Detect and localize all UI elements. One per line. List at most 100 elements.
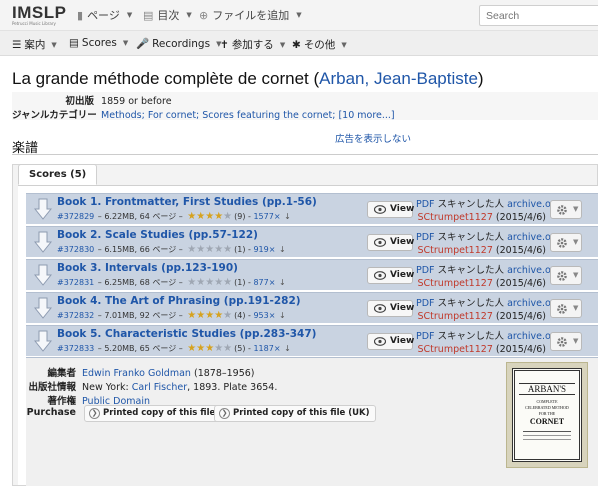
editor-years: (1878–1956) — [193, 368, 255, 379]
first-publication-row: 初出版 1859 or before — [12, 93, 171, 107]
download-arrow-icon[interactable] — [34, 231, 52, 253]
file-pages: 65 ページ — [139, 344, 177, 353]
rating-votes: (4) — [234, 311, 246, 320]
source-line: PDF スキャンした人 archive.org — [416, 262, 561, 276]
file-separator: – — [176, 278, 186, 287]
nav-toc[interactable]: ▤ 目次 ▼ — [143, 7, 192, 23]
chevron-down-icon: ▼ — [573, 238, 579, 246]
subnav-guide[interactable]: ☰ 案内 ▼ — [12, 37, 57, 52]
pdf-label: PDF — [416, 298, 435, 309]
composer-link[interactable]: Arban, Jean-Baptiste — [319, 69, 478, 88]
file-id-link[interactable]: #372833 — [57, 344, 94, 353]
file-title-link[interactable]: Book 5. Characteristic Studies (pp.283-3… — [57, 328, 316, 340]
publisher-link[interactable]: Carl Fischer — [132, 382, 187, 393]
uploader-link[interactable]: SCtrumpet1127 — [418, 245, 493, 256]
star-icon: ★ — [214, 276, 224, 288]
file-options-button[interactable]: ▼ — [550, 200, 582, 219]
subnav-join[interactable]: ✝ 参加する ▼ — [220, 37, 285, 52]
rating-stars[interactable]: ★ ★ ★ ★ ★ — [187, 211, 232, 222]
book-icon: ▤ — [69, 37, 79, 49]
publisher-key: 出版社情報 — [28, 382, 76, 393]
file-id-link[interactable]: #372831 — [57, 278, 94, 287]
imslp-logo[interactable]: IMSLP Petrucci Music Library — [12, 4, 66, 27]
gear-icon — [557, 271, 567, 281]
file-options-button[interactable]: ▼ — [550, 233, 582, 252]
uploader-link[interactable]: SCtrumpet1127 — [418, 311, 493, 322]
genre-links[interactable]: Methods; For cornet; Scores featuring th… — [101, 110, 335, 121]
view-button[interactable]: View — [367, 234, 414, 251]
uploader-link[interactable]: SCtrumpet1127 — [418, 278, 493, 289]
hide-ads-link[interactable]: 広告を表示しない — [335, 131, 411, 145]
download-arrow-icon[interactable] — [34, 264, 52, 286]
upload-date: (2015/4/6) — [495, 278, 546, 289]
rating-stars[interactable]: ★ ★ ★ ★ ★ — [187, 342, 233, 354]
tab-scores[interactable]: Scores (5) — [18, 164, 98, 185]
file-source: PDF スキャンした人 archive.org SCtrumpet1127 (20… — [416, 295, 561, 322]
file-id-link[interactable]: #372832 — [57, 311, 94, 320]
subnav-other[interactable]: ✱ その他 ▼ — [292, 37, 347, 52]
view-button[interactable]: View — [367, 333, 415, 350]
star-icon: ★ — [223, 342, 233, 354]
editor-link[interactable]: Edwin Franko Goldman — [82, 368, 191, 379]
view-button[interactable]: View — [367, 300, 414, 317]
secondary-nav-bar: ☰ 案内 ▼ ▤ Scores ▼ 🎤 Recordings ▼ ✝ 参加する … — [0, 31, 598, 56]
source-line: PDF スキャンした人 archive.org — [416, 328, 561, 342]
subnav-guide-label: 案内 — [24, 39, 46, 51]
file-title-link[interactable]: Book 4. The Art of Phrasing (pp.191-282) — [57, 295, 301, 307]
file-separator: – — [176, 245, 186, 254]
file-source: PDF スキャンした人 archive.org SCtrumpet1127 (20… — [416, 229, 561, 256]
file-title-link[interactable]: Book 2. Scale Studies (pp.57-122) — [57, 229, 258, 241]
download-arrow-icon[interactable] — [34, 198, 52, 220]
download-count[interactable]: 919× — [253, 245, 275, 254]
hamburger-icon: ☰ — [12, 38, 22, 51]
file-size: 6.15MB — [104, 245, 135, 254]
thumbnail-line2: COMPLETE — [536, 399, 558, 404]
file-source: PDF スキャンした人 archive.org SCtrumpet1127 (20… — [416, 328, 561, 355]
score-thumbnail[interactable]: ARBAN'S COMPLETE CELEBRATED METHOD FOR T… — [506, 362, 588, 468]
rating-stars[interactable]: ★ ★ ★ ★ ★ — [187, 276, 232, 288]
file-row: Book 2. Scale Studies (pp.57-122) #372830… — [26, 226, 598, 257]
file-meta: #372833 – 5.20MB, 65 ページ – ★ ★ ★ ★ ★ (5) - 11… — [57, 343, 291, 354]
download-arrow-icon[interactable] — [34, 297, 52, 319]
nav-add-file[interactable]: ⊕ ファイルを追加 ▼ — [199, 7, 302, 23]
subnav-scores[interactable]: ▤ Scores ▼ — [69, 37, 128, 49]
nav-page[interactable]: ▮ ページ ▼ — [77, 7, 132, 23]
subnav-recordings[interactable]: 🎤 Recordings ▼ — [136, 37, 221, 51]
add-circle-icon: ⊕ — [199, 8, 209, 22]
uploader-link[interactable]: SCtrumpet1127 — [418, 212, 493, 223]
source-line: PDF スキャンした人 archive.org — [416, 196, 561, 210]
file-id-link[interactable]: #372829 — [57, 212, 94, 221]
file-title-link[interactable]: Book 3. Intervals (pp.123-190) — [57, 262, 238, 274]
uploader-link[interactable]: SCtrumpet1127 — [418, 344, 493, 355]
file-id-link[interactable]: #372830 — [57, 245, 94, 254]
download-count[interactable]: 1577× — [253, 212, 280, 221]
search-input[interactable] — [479, 5, 598, 26]
nav-page-label: ページ — [87, 9, 120, 22]
star-icon: ★ — [214, 243, 224, 255]
file-title-link[interactable]: Book 1. Frontmatter, First Studies (pp.1… — [57, 196, 317, 208]
file-separator: – — [95, 278, 105, 287]
buy-uk-button[interactable]: ❯ Printed copy of this file (UK) — [214, 405, 377, 422]
file-options-button[interactable]: ▼ — [550, 332, 582, 351]
file-pages: 68 ページ — [139, 278, 177, 287]
view-button[interactable]: View — [367, 267, 414, 284]
rating-stars[interactable]: ★ ★ ★ ★ ★ — [187, 309, 233, 321]
file-size: 5.20MB — [104, 344, 135, 353]
genre-more-link[interactable]: [10 more...] — [338, 110, 394, 121]
download-count[interactable]: 877× — [253, 278, 275, 287]
view-button[interactable]: View — [367, 201, 414, 218]
thumbnail-rule — [523, 435, 571, 436]
thumbnail-line3: CELEBRATED METHOD — [525, 405, 569, 410]
genre-row: ジャンルカテゴリー Methods; For cornet; Scores fe… — [12, 107, 395, 121]
file-options-button[interactable]: ▼ — [550, 299, 582, 318]
download-arrow-icon[interactable] — [34, 330, 52, 352]
file-options-button[interactable]: ▼ — [550, 266, 582, 285]
download-count[interactable]: 1187× — [253, 344, 280, 353]
star-icon: ★ — [223, 309, 233, 321]
file-separator: – — [95, 245, 105, 254]
rating-stars[interactable]: ★ ★ ★ ★ ★ — [187, 243, 232, 255]
file-meta: #372830 – 6.15MB, 66 ページ – ★ ★ ★ ★ ★ (1) - 91… — [57, 244, 286, 255]
view-label: View — [390, 336, 415, 346]
eye-icon — [374, 337, 386, 346]
download-count[interactable]: 953× — [253, 311, 275, 320]
